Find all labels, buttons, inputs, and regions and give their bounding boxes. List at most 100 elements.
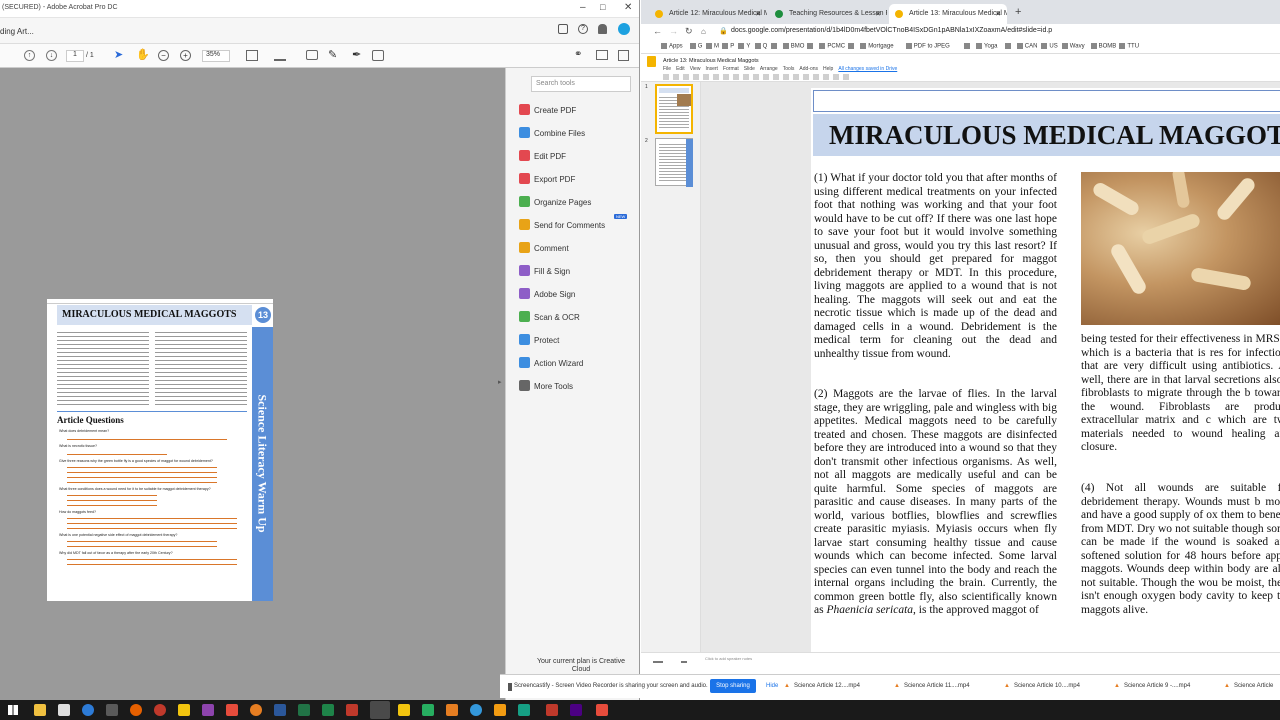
tab-close-icon[interactable]: ✕ bbox=[755, 10, 761, 18]
download-item[interactable]: ▲ Science Article 10....mp4 bbox=[1004, 683, 1080, 689]
bookmark-item[interactable]: CAN bbox=[1016, 43, 1037, 50]
tool-combine-files[interactable]: Combine Files bbox=[519, 126, 585, 140]
close-icon[interactable]: ✕ bbox=[624, 2, 632, 13]
tool-edit-pdf[interactable]: Edit PDF bbox=[519, 149, 566, 163]
tool-fill-sign[interactable]: Fill & Sign bbox=[519, 264, 570, 278]
app-icon[interactable] bbox=[470, 704, 482, 716]
bookmark-item[interactable]: Q bbox=[754, 43, 767, 50]
hide-button[interactable]: Hide bbox=[766, 683, 778, 689]
document-view[interactable]: MIRACULOUS MEDICAL MAGGOTS 13 Science Li… bbox=[0, 68, 505, 700]
menu-item[interactable]: Edit bbox=[676, 66, 685, 72]
tool-send-for-comments[interactable]: Send for Comments NEW bbox=[519, 214, 628, 232]
bookmark-item[interactable]: BMO bbox=[782, 43, 804, 50]
tools-search-input[interactable]: Search tools bbox=[531, 76, 631, 92]
next-page-icon[interactable]: ↓ bbox=[46, 50, 57, 61]
bookmark-item[interactable]: M bbox=[706, 43, 719, 50]
comment-icon[interactable] bbox=[306, 50, 318, 60]
bookmark-item[interactable]: G bbox=[689, 43, 702, 50]
tool-action-wizard[interactable]: Action Wizard bbox=[519, 356, 583, 370]
chrome-taskbar-icon[interactable] bbox=[370, 701, 390, 719]
sign-icon[interactable]: ✒ bbox=[352, 48, 361, 61]
premiere-icon[interactable] bbox=[570, 704, 582, 716]
bookmark-item[interactable] bbox=[807, 43, 815, 50]
acrobat-taskbar-icon[interactable] bbox=[226, 704, 238, 716]
drag-handle-icon[interactable] bbox=[508, 683, 512, 691]
store-icon[interactable] bbox=[106, 704, 118, 716]
calculator-icon[interactable] bbox=[58, 704, 70, 716]
home-icon[interactable]: ⌂ bbox=[701, 27, 706, 36]
minimize-icon[interactable]: – bbox=[580, 2, 586, 13]
title-placeholder[interactable] bbox=[813, 90, 1280, 112]
tool-comment[interactable]: Comment bbox=[519, 241, 569, 255]
menu-item[interactable]: Insert bbox=[705, 66, 718, 72]
app-icon[interactable] bbox=[518, 704, 530, 716]
tab-close-icon[interactable]: ✕ bbox=[995, 10, 1001, 18]
speaker-notes[interactable]: Click to add speaker notes bbox=[705, 656, 752, 661]
file-explorer-icon[interactable] bbox=[34, 704, 46, 716]
highlight-icon[interactable]: ✎ bbox=[328, 48, 337, 61]
back-icon[interactable]: ← bbox=[653, 26, 662, 36]
menu-item[interactable]: All changes saved in Drive bbox=[838, 66, 897, 72]
tool-more-tools[interactable]: More Tools bbox=[519, 379, 573, 393]
filmstrip-view-icon[interactable] bbox=[681, 661, 687, 663]
fit-page-icon[interactable] bbox=[246, 50, 258, 61]
tool-scan-ocr[interactable]: Scan & OCR bbox=[519, 310, 580, 324]
menu-item[interactable]: File bbox=[663, 66, 671, 72]
browser-tab[interactable]: Article 12: Miraculous Medical M ✕ bbox=[649, 4, 767, 24]
app-icon[interactable] bbox=[422, 704, 434, 716]
upload-icon[interactable] bbox=[618, 50, 629, 61]
download-item[interactable]: ▲ Science Article 9 -....mp4 bbox=[1114, 683, 1190, 689]
scroll-mode-icon[interactable] bbox=[274, 50, 286, 61]
firefox-icon[interactable] bbox=[130, 704, 142, 716]
bookmark-item[interactable]: Yoga bbox=[976, 43, 997, 50]
zoom-level-select[interactable]: 35% bbox=[202, 50, 230, 62]
tab-close-icon[interactable]: ✕ bbox=[875, 10, 881, 18]
maximize-icon[interactable]: □ bbox=[600, 2, 605, 12]
prev-page-icon[interactable]: ↑ bbox=[24, 50, 35, 61]
edge-icon[interactable] bbox=[82, 704, 94, 716]
menu-item[interactable]: Add-ons bbox=[799, 66, 818, 72]
bell-icon[interactable] bbox=[598, 24, 607, 34]
document-title[interactable]: Article 13: Miraculous Medical Maggots bbox=[663, 58, 759, 64]
powerpoint-icon[interactable] bbox=[346, 704, 358, 716]
app-icon[interactable] bbox=[322, 704, 334, 716]
grid-view-icon[interactable] bbox=[653, 661, 663, 663]
hand-tool-icon[interactable]: ✋ bbox=[136, 48, 150, 61]
bookmark-item[interactable]: Y bbox=[738, 43, 750, 50]
download-item[interactable]: ▲ Science Article 12....mp4 bbox=[784, 683, 860, 689]
menu-item[interactable]: Arrange bbox=[760, 66, 778, 72]
stamp-icon[interactable] bbox=[372, 50, 384, 61]
new-tab-button[interactable]: + bbox=[1015, 6, 1021, 18]
app-icon[interactable] bbox=[250, 704, 262, 716]
start-icon[interactable] bbox=[8, 705, 18, 715]
bookmark-item[interactable]: TTU bbox=[1119, 43, 1139, 50]
slide-thumb-2[interactable] bbox=[655, 138, 693, 187]
bookmark-item[interactable]: Wavy bbox=[1061, 43, 1085, 50]
download-item[interactable]: ▲ Science Article bbox=[1224, 683, 1273, 689]
menu-item[interactable]: Format bbox=[723, 66, 739, 72]
bookmark-item[interactable]: PCMC bbox=[819, 43, 845, 50]
tool-organize-pages[interactable]: Organize Pages bbox=[519, 195, 591, 209]
bookmark-item[interactable]: Mortgage bbox=[860, 43, 894, 50]
zoom-out-icon[interactable]: − bbox=[158, 50, 169, 61]
bookmark-item[interactable]: P bbox=[722, 43, 734, 50]
excel-icon[interactable] bbox=[298, 704, 310, 716]
tool-protect[interactable]: Protect bbox=[519, 333, 559, 347]
sticky-icon[interactable] bbox=[178, 704, 190, 716]
app-icon[interactable] bbox=[154, 704, 166, 716]
email-icon[interactable] bbox=[596, 50, 608, 60]
document-tab[interactable]: ding Art... bbox=[0, 27, 34, 36]
bookmark-item[interactable] bbox=[964, 43, 972, 50]
menu-item[interactable]: Tools bbox=[783, 66, 795, 72]
app-icon[interactable] bbox=[546, 704, 558, 716]
tool-export-pdf[interactable]: Export PDF bbox=[519, 172, 575, 186]
bookmark-item[interactable] bbox=[770, 43, 779, 50]
slides-toolbar[interactable] bbox=[663, 74, 853, 80]
notes-area[interactable]: Click to add speaker notes bbox=[641, 652, 1280, 674]
slide-canvas[interactable]: MIRACULOUS MEDICAL MAGGOTS (1) What if y… bbox=[701, 82, 1280, 652]
bookmark-item[interactable] bbox=[848, 43, 856, 50]
help-icon[interactable]: ? bbox=[578, 24, 588, 34]
tool-adobe-sign[interactable]: Adobe Sign bbox=[519, 287, 575, 301]
menu-item[interactable]: Slide bbox=[744, 66, 755, 72]
bookmark-item[interactable] bbox=[1004, 43, 1013, 50]
